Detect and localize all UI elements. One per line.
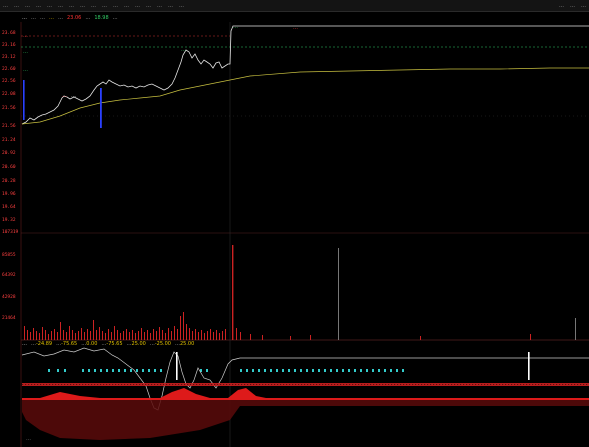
indicator-pair-1-value: -24.89 [36, 341, 53, 347]
volume-bars [24, 245, 531, 340]
high-pct-label: … [23, 33, 28, 39]
price-tick-12: 20.28 [2, 179, 16, 184]
price-tick-4: 22.60 [2, 67, 16, 72]
volume-bars-flat [338, 248, 576, 340]
indicator-pair-3: …0.00 [81, 341, 97, 347]
price-tick-1: 23.68 [2, 31, 16, 36]
blue-bar-left [23, 80, 25, 120]
right-note: … [293, 25, 298, 31]
indicator-panel [21, 347, 589, 440]
volume-tick-1: 107319 [2, 230, 19, 235]
indicator-pair-3-value: 0.00 [86, 341, 98, 347]
price-tick-3: 23.12 [2, 55, 16, 60]
indicator-pair-4-value: -75.65 [106, 341, 123, 347]
average-line [21, 67, 589, 125]
volume-tick-4: 42928 [2, 295, 16, 300]
indicator-pair-6-value: -25.00 [154, 341, 171, 347]
hold-marker: … [71, 93, 76, 99]
indicator-pair-2-value: -75.65 [61, 341, 78, 347]
blue-bar-mid [100, 88, 102, 128]
price-tick-14: 19.64 [2, 205, 16, 210]
indicator-pair-2: …-75.65 [56, 341, 77, 347]
indicator-pair-7: …25.00 [175, 341, 194, 347]
trading-app: … … … … … … … … … … … … … … … … … … … … … [0, 0, 589, 447]
volume-tick-3: 64392 [2, 273, 16, 278]
price-line [21, 25, 589, 125]
indicator-pair-1: …-24.89 [31, 341, 52, 347]
chart-canvas [20, 22, 589, 447]
price-tick-5: 22.56 [2, 79, 16, 84]
indicator-pair-7-value: 25.00 [179, 341, 195, 347]
indicator-pair-5-value: 25.00 [131, 341, 146, 347]
note-marker: … [181, 47, 186, 53]
bottom-label: … [26, 436, 31, 442]
price-tick-15: 19.32 [2, 218, 16, 223]
indicator-panel-name[interactable]: … [22, 341, 27, 347]
price-tick-6: 22.08 [2, 92, 16, 97]
indicator-pair-6: …-25.00 [150, 341, 171, 347]
price-tick-2: 23.16 [2, 43, 16, 48]
volume-tick-2: 85855 [2, 253, 16, 258]
volume-tick-5: 21464 [2, 316, 16, 321]
price-tick-13: 19.96 [2, 192, 16, 197]
indicator-pair-5: …25.00 [127, 341, 146, 347]
price-tick-8: 21.56 [2, 124, 16, 129]
price-tick-9: 21.24 [2, 138, 16, 143]
low-pct-label: … [23, 67, 28, 73]
indicator-header: … …-24.89 …-75.65 …0.00 …-75.65 …25.00 …… [22, 341, 194, 347]
price-tick-11: 20.60 [2, 165, 16, 170]
buy-marker: … [62, 93, 67, 99]
price-tick-7: 21.56 [2, 106, 16, 111]
mid-pct-label: … [23, 49, 28, 55]
indicator-pair-4: …-75.65 [101, 341, 122, 347]
price-tick-10: 20.92 [2, 151, 16, 156]
sell-marker: … [233, 24, 238, 30]
